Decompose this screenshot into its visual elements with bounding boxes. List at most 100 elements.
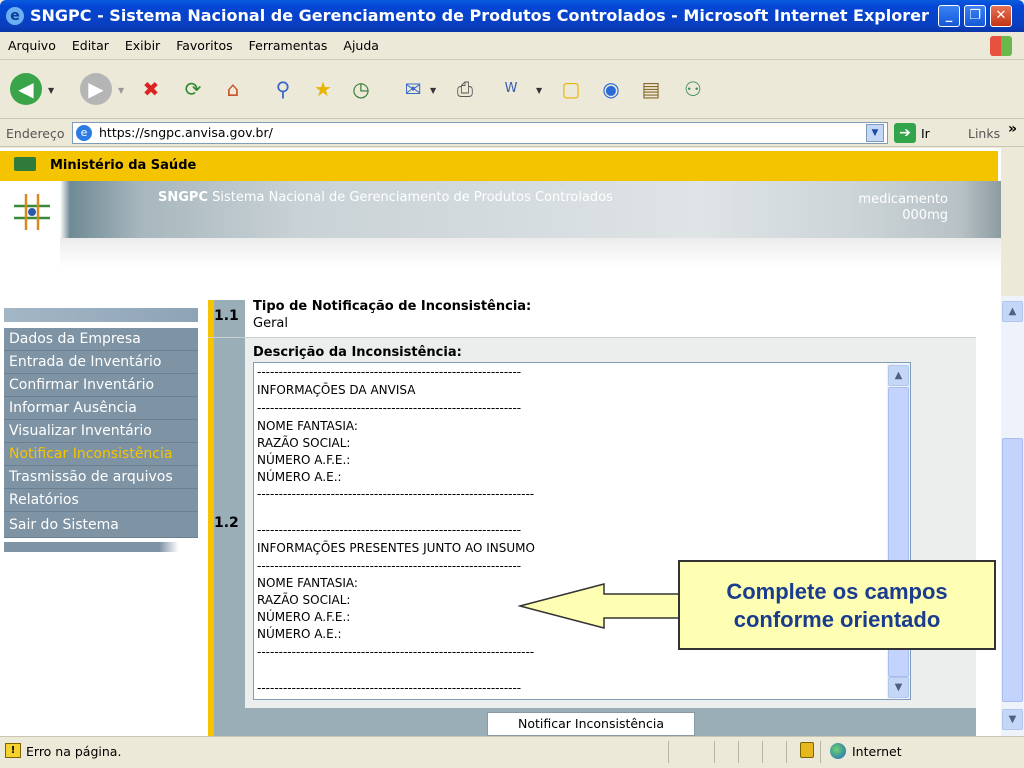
maximize-button[interactable]: ❐ xyxy=(964,5,986,27)
instruction-callout: Complete os campos conforme orientado xyxy=(678,560,996,650)
media-icon[interactable]: ⚇ xyxy=(678,74,708,104)
go-arrow-icon[interactable]: ➔ xyxy=(894,123,916,143)
window-title: SNGPC - Sistema Nacional de Gerenciament… xyxy=(30,6,929,25)
textarea-line: NÚMERO A.F.E.: xyxy=(257,453,351,467)
address-label: Endereço xyxy=(6,126,65,141)
status-divider xyxy=(820,741,821,763)
row-divider xyxy=(208,337,976,338)
description-label: Descrição da Inconsistência: xyxy=(253,345,462,360)
globe-icon xyxy=(830,743,846,759)
status-text: Erro na página. xyxy=(26,744,122,759)
discuss-icon[interactable]: ▢ xyxy=(556,74,586,104)
section-number-1-1: 1.1 xyxy=(214,308,239,324)
textarea-scroll-down-icon[interactable]: ▼ xyxy=(888,677,909,698)
links-chevron-icon[interactable]: » xyxy=(1008,121,1017,137)
sidebar-item-relatorios[interactable]: Relatórios xyxy=(4,489,198,512)
page-scroll-up-icon[interactable]: ▲ xyxy=(1002,301,1023,322)
title-bar[interactable]: SNGPC - Sistema Nacional de Gerenciament… xyxy=(0,0,1024,32)
anvisa-logo-icon xyxy=(14,194,50,230)
callout-arrow-icon xyxy=(518,583,682,629)
menu-exibir[interactable]: Exibir xyxy=(117,32,168,60)
sidebar-item-visualizar-inventario[interactable]: Visualizar Inventário xyxy=(4,420,198,443)
sidebar-item-informar-ausencia[interactable]: Informar Ausência xyxy=(4,397,198,420)
forward-icon[interactable]: ▶ xyxy=(80,73,112,105)
security-zone: Internet xyxy=(852,744,902,759)
forward-dropdown-icon[interactable]: ▼ xyxy=(118,86,124,95)
page-icon: e xyxy=(76,125,92,141)
history-icon[interactable]: ◷ xyxy=(346,74,376,104)
textarea-line: NÚMERO A.E.: xyxy=(257,627,342,641)
toolbar: ◀ ▼ ▶ ▼ ✖ ⟳ ⌂ ⚲ ★ ◷ ✉ ▼ ⎙ W ▼ ▢ ◉ ▤ ⚇ xyxy=(0,61,1024,119)
print-icon[interactable]: ⎙ xyxy=(450,74,480,104)
sidebar-bottom-cap xyxy=(4,542,198,552)
warning-icon[interactable]: ! xyxy=(5,743,21,758)
research-icon[interactable]: ▤ xyxy=(636,74,666,104)
textarea-line: ----------------------------------------… xyxy=(257,645,535,659)
banner-medicine-label: medicamento 000mg xyxy=(836,192,948,224)
menu-favoritos[interactable]: Favoritos xyxy=(168,32,240,60)
menu-bar: Arquivo Editar Exibir Favoritos Ferramentas A… xyxy=(0,32,1024,60)
menu-arquivo[interactable]: Arquivo xyxy=(0,32,64,60)
textarea-line: NOME FANTASIA: xyxy=(257,419,358,433)
textarea-line: NOME FANTASIA: xyxy=(257,576,358,590)
textarea-scroll-up-icon[interactable]: ▲ xyxy=(888,365,909,386)
sidebar-item-transmissao-arquivos[interactable]: Trasmissão de arquivos xyxy=(4,466,198,489)
sidebar-top-cap xyxy=(4,308,198,322)
page-scroll-thumb[interactable] xyxy=(1002,438,1023,702)
banner-medic-line1: medicamento xyxy=(858,192,948,207)
close-button[interactable]: ✕ xyxy=(990,5,1012,27)
messenger-icon[interactable]: ◉ xyxy=(596,74,626,104)
textarea-line: INFORMAÇÕES DA ANVISA xyxy=(257,383,416,397)
textarea-line: ----------------------------------------… xyxy=(257,523,522,537)
status-divider xyxy=(786,741,787,763)
sidebar-item-confirmar-inventario[interactable]: Confirmar Inventário xyxy=(4,374,198,397)
sidebar-item-dados-empresa[interactable]: Dados da Empresa xyxy=(4,328,198,351)
textarea-line: ----------------------------------------… xyxy=(257,559,522,573)
textarea-line: INFORMAÇÕES PRESENTES JUNTO AO INSUMO xyxy=(257,541,535,555)
address-bar: Endereço https://sngpc.anvisa.gov.br/ e … xyxy=(0,119,1024,147)
sidebar-item-sair[interactable]: Sair do Sistema xyxy=(4,512,198,538)
textarea-line: ----------------------------------------… xyxy=(257,681,522,695)
status-divider xyxy=(714,741,715,763)
refresh-icon[interactable]: ⟳ xyxy=(178,74,208,104)
status-divider xyxy=(738,741,739,763)
search-icon[interactable]: ⚲ xyxy=(268,74,298,104)
textarea-line: NÚMERO A.F.E.: xyxy=(257,610,351,624)
lock-icon[interactable] xyxy=(800,742,814,758)
textarea-line: NÚMERO A.E.: xyxy=(257,470,342,484)
stop-icon[interactable]: ✖ xyxy=(136,74,166,104)
textarea-line: ----------------------------------------… xyxy=(257,487,535,501)
mail-icon[interactable]: ✉ xyxy=(398,74,428,104)
menu-editar[interactable]: Editar xyxy=(64,32,117,60)
notification-type-label: Tipo de Notificação de Inconsistência: xyxy=(253,299,532,314)
textarea-line: ----------------------------------------… xyxy=(257,365,522,379)
go-button[interactable]: Ir xyxy=(921,126,930,141)
favorites-icon[interactable]: ★ xyxy=(308,74,338,104)
banner-title-text: Sistema Nacional de Gerenciamento de Pro… xyxy=(207,190,613,205)
address-dropdown-icon[interactable]: ▼ xyxy=(866,124,884,142)
callout-line2: conforme orientado xyxy=(733,607,941,632)
section-number-1-2: 1.2 xyxy=(214,515,239,531)
address-input[interactable]: https://sngpc.anvisa.gov.br/ xyxy=(72,122,888,144)
home-icon[interactable]: ⌂ xyxy=(218,74,248,104)
banner-title-bold: SNGPC xyxy=(158,190,208,205)
links-button[interactable]: Links xyxy=(968,126,1000,141)
menu-ajuda[interactable]: Ajuda xyxy=(335,32,387,60)
page-scroll-down-icon[interactable]: ▼ xyxy=(1002,709,1023,730)
mail-dropdown-icon[interactable]: ▼ xyxy=(430,86,436,95)
banner-shadow xyxy=(60,238,1001,268)
edit-dropdown-icon[interactable]: ▼ xyxy=(536,86,542,95)
callout-line1: Complete os campos xyxy=(726,579,948,604)
edit-icon[interactable]: W xyxy=(496,74,526,104)
banner-title: SNGPC Sistema Nacional de Gerenciamento … xyxy=(158,190,613,205)
banner-medic-line2: 000mg xyxy=(902,208,948,223)
back-dropdown-icon[interactable]: ▼ xyxy=(48,86,54,95)
sidebar-item-entrada-inventario[interactable]: Entrada de Inventário xyxy=(4,351,198,374)
status-divider xyxy=(762,741,763,763)
notify-inconsistency-button[interactable]: Notificar Inconsistência xyxy=(487,712,695,736)
sidebar-item-notificar-inconsistencia[interactable]: Notificar Inconsistência xyxy=(4,443,198,466)
minimize-button[interactable]: _ xyxy=(938,5,960,27)
ministry-header: Ministério da Saúde xyxy=(0,151,998,181)
back-icon[interactable]: ◀ xyxy=(10,73,42,105)
menu-ferramentas[interactable]: Ferramentas xyxy=(241,32,336,60)
